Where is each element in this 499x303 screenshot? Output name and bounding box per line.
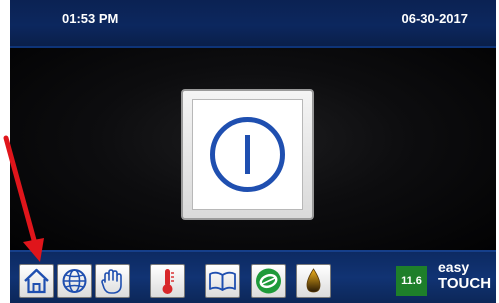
eco-leaf-icon — [256, 268, 281, 294]
book-icon — [209, 271, 236, 291]
logo-line-easy: easy — [438, 259, 470, 275]
thermometer-icon — [162, 269, 174, 294]
power-button-face — [192, 99, 303, 210]
oil-drop-icon — [306, 268, 321, 293]
logo-line-touch: TOUCH — [438, 275, 492, 292]
touch-screen: 01:53 PM 06-30-2017 11.6 easy TOUCH — [0, 0, 499, 303]
temperature-button[interactable] — [150, 264, 185, 298]
navigation-bar: 11.6 easy TOUCH — [10, 250, 496, 303]
status-bar: 01:53 PM 06-30-2017 — [10, 0, 496, 48]
home-icon — [24, 268, 49, 294]
left-bezel — [0, 0, 10, 303]
internet-button[interactable] — [57, 264, 92, 298]
oil-button[interactable] — [296, 264, 331, 298]
globe-icon — [62, 269, 87, 293]
date-display: 06-30-2017 — [401, 11, 469, 26]
power-icon — [210, 117, 285, 192]
hand-icon — [101, 269, 122, 294]
manual-mode-button[interactable] — [95, 264, 130, 298]
eco-button[interactable] — [251, 264, 286, 298]
clock-time: 01:53 PM — [62, 11, 119, 26]
pressure-indicator: 11.6 — [396, 266, 427, 296]
power-button[interactable] — [181, 89, 314, 220]
home-button[interactable] — [19, 264, 54, 298]
manual-book-button[interactable] — [205, 264, 240, 298]
easy-touch-logo: easy TOUCH — [430, 257, 492, 301]
